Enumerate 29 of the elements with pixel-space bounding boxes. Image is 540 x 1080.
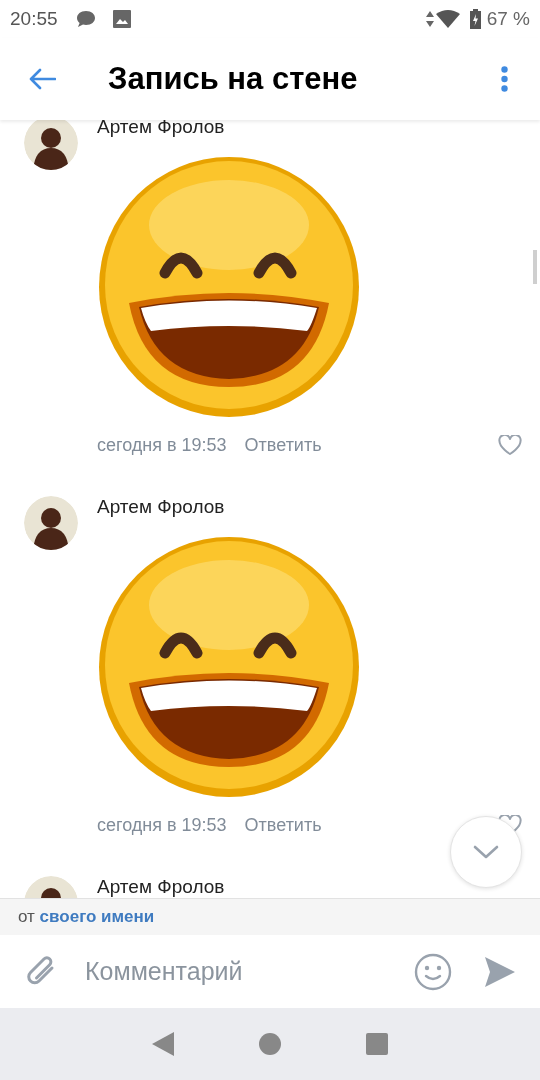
wifi-icon bbox=[435, 10, 460, 28]
page-title: Запись на стене bbox=[108, 59, 359, 98]
chat-icon bbox=[75, 10, 96, 28]
smiley-icon[interactable] bbox=[414, 952, 452, 991]
back-nav-icon[interactable] bbox=[152, 1032, 175, 1056]
comment-input[interactable]: Комментарий bbox=[85, 952, 414, 991]
battery-icon bbox=[469, 9, 481, 29]
image-icon bbox=[112, 10, 131, 28]
send-icon[interactable] bbox=[484, 955, 516, 988]
author-name[interactable]: Артем Фролов bbox=[97, 120, 225, 142]
author-name[interactable]: Артем Фролов bbox=[97, 873, 225, 898]
comment-date: сегодня в 19:53 bbox=[97, 433, 227, 457]
recents-nav-icon[interactable] bbox=[365, 1033, 388, 1055]
heart-icon[interactable] bbox=[498, 435, 522, 455]
sender-line: от своего имени bbox=[18, 906, 155, 929]
avatar[interactable] bbox=[24, 120, 78, 170]
sender-name-link[interactable]: своего имени bbox=[39, 907, 155, 927]
home-nav-icon[interactable] bbox=[259, 1033, 281, 1055]
battery-percent: 67 % bbox=[486, 6, 530, 31]
chevron-down-icon bbox=[473, 845, 499, 859]
scrollbar-thumb[interactable] bbox=[533, 250, 537, 284]
back-arrow-icon bbox=[28, 68, 56, 90]
avatar[interactable] bbox=[24, 496, 78, 550]
more-icon bbox=[500, 66, 508, 92]
author-name[interactable]: Артем Фролов bbox=[97, 493, 225, 522]
scroll-down-button[interactable] bbox=[450, 816, 522, 888]
data-arrows-icon bbox=[425, 11, 434, 27]
status-time: 20:55 bbox=[10, 6, 58, 31]
comment-date: сегодня в 19:53 bbox=[97, 813, 227, 837]
